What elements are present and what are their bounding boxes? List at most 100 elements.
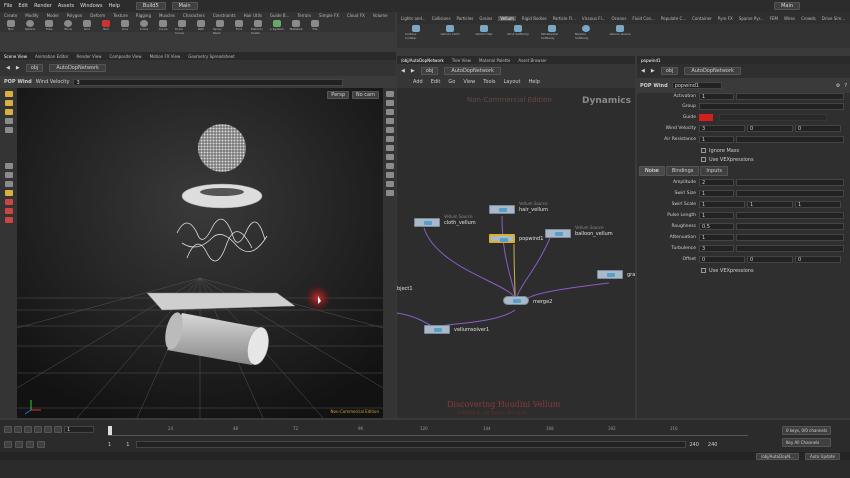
swirl-scale-z[interactable]: 1 xyxy=(795,201,841,208)
network-editor[interactable]: Non-Commercial Edition Dynamics Vellum S… xyxy=(397,88,635,418)
pulse-length-slider[interactable] xyxy=(736,212,844,219)
amplitude-field[interactable]: 2 xyxy=(699,179,734,186)
timeline-ruler[interactable]: 24 48 72 96 120 144 168 192 216 xyxy=(108,426,748,436)
tool-path[interactable]: Path xyxy=(194,20,208,35)
shelf-tab-model[interactable]: Model xyxy=(47,13,59,18)
context-select[interactable]: Main xyxy=(171,2,198,10)
tool-tube[interactable]: Tube xyxy=(42,20,56,35)
loop-icon[interactable] xyxy=(15,441,23,448)
offset-y[interactable]: 0 xyxy=(747,256,793,263)
wind-velocity-y[interactable]: 0 xyxy=(747,125,793,132)
menu-edit[interactable]: Edit xyxy=(18,3,28,9)
tool-circle[interactable]: Circle xyxy=(137,20,151,35)
scale-icon[interactable] xyxy=(4,118,13,124)
shelf-tab-constraints[interactable]: Constraints xyxy=(213,13,236,18)
activation-slider[interactable] xyxy=(736,93,844,100)
node-cloth-vellum[interactable] xyxy=(414,218,440,227)
guide-color-swatch[interactable] xyxy=(699,114,713,121)
net-path-network[interactable]: AutoDopNetwork xyxy=(444,67,501,75)
rshelf-tab-vellum[interactable]: Vellum xyxy=(498,15,516,21)
net-menu-view[interactable]: View xyxy=(463,79,475,85)
air-resistance-slider[interactable] xyxy=(736,136,844,143)
jump-end-icon[interactable] xyxy=(54,426,62,433)
net-path-root[interactable]: obj xyxy=(420,67,439,75)
tab-tree-view[interactable]: Tree View xyxy=(452,58,471,63)
rshelf-tab-viscous[interactable]: Viscous Fl... xyxy=(582,16,606,21)
tab-geometry-spreadsheet[interactable]: Geometry Spreadsheet xyxy=(188,54,234,59)
tool-strut-softbody[interactable]: Strut Softbody xyxy=(507,25,529,40)
camera-menu[interactable]: No cam xyxy=(351,91,379,99)
tool-metaball[interactable]: Metaball xyxy=(289,20,303,35)
range-end-2[interactable]: 240 xyxy=(708,442,718,448)
range-start[interactable]: 1 xyxy=(108,442,111,448)
handle-icon[interactable] xyxy=(4,127,13,133)
desktop-select[interactable]: Build5 xyxy=(135,2,166,10)
rotate-icon[interactable] xyxy=(4,109,13,115)
help-icon[interactable]: ? xyxy=(844,83,847,89)
node-hair-vellum[interactable] xyxy=(489,205,515,214)
roughness-field[interactable]: 0.5 xyxy=(699,223,734,230)
auto-update-button[interactable]: Auto Update xyxy=(804,452,840,460)
tab-animation-editor[interactable]: Animation Editor xyxy=(35,54,69,59)
ignore-mass-checkbox[interactable] xyxy=(701,148,706,153)
parm-forward-icon[interactable]: ▶ xyxy=(651,68,655,74)
shelf-tab-muscles[interactable]: Muscles xyxy=(159,13,175,18)
rshelf-tab-particle-fluids[interactable]: Particle Fl... xyxy=(553,16,576,21)
rshelf-tab-grains[interactable]: Grains xyxy=(479,16,492,21)
shelf-tab-cloudfx[interactable]: Cloud FX xyxy=(347,13,365,18)
attenuation-field[interactable]: 1 xyxy=(699,234,734,241)
path-network[interactable]: AutoDopNetwork xyxy=(49,64,106,72)
shelf-tab-terrain[interactable]: Terrain xyxy=(297,13,311,18)
wind-velocity-x[interactable]: 3 xyxy=(699,125,745,132)
tool-spray-paint[interactable]: Spray Paint xyxy=(213,20,227,35)
tool-sphere[interactable]: Sphere xyxy=(23,20,37,35)
rshelf-tab-particles[interactable]: Particles xyxy=(457,16,474,21)
path-root[interactable]: obj xyxy=(25,64,44,72)
brush-icon[interactable] xyxy=(4,217,13,223)
net-menu-edit[interactable]: Edit xyxy=(431,79,441,85)
step-back-icon[interactable] xyxy=(14,426,22,433)
pose-icon[interactable] xyxy=(4,163,13,169)
shelf-tab-rigging[interactable]: Rigging xyxy=(136,13,151,18)
shelf-tab-hair[interactable]: Hair Utils xyxy=(244,13,262,18)
shelf-tab-volume[interactable]: Volume xyxy=(373,13,388,18)
tool-vellum-hair[interactable]: Vellum Hair xyxy=(473,25,495,40)
subtab-noise[interactable]: Noise xyxy=(639,166,665,176)
offset-z[interactable]: 0 xyxy=(795,256,841,263)
grid-toggle-icon[interactable] xyxy=(385,172,394,178)
play-icon[interactable] xyxy=(34,426,42,433)
tab-motion-fx-view[interactable]: Motion FX View xyxy=(150,54,181,59)
normals-icon[interactable] xyxy=(385,154,394,160)
tool-surface-collider[interactable]: Surface Collider xyxy=(405,25,427,40)
record-icon[interactable] xyxy=(4,208,13,214)
tab-composite-view[interactable]: Composite View xyxy=(110,54,142,59)
audio-icon[interactable] xyxy=(26,441,34,448)
subtab-inputs[interactable]: Inputs xyxy=(700,166,728,176)
menu-assets[interactable]: Assets xyxy=(58,3,74,9)
scene-viewport[interactable]: Persp No cam Non-Commercial Edition xyxy=(17,88,383,418)
parm-node-name[interactable]: popwind1 xyxy=(671,82,722,89)
node-popwind1[interactable] xyxy=(489,234,515,243)
turbulence-slider[interactable] xyxy=(736,245,844,252)
gear-icon[interactable]: ⚙ xyxy=(836,83,840,89)
rshelf-tab-drive[interactable]: Drive Sim... xyxy=(822,16,845,21)
display-icon[interactable] xyxy=(385,91,394,97)
tool-file[interactable]: File xyxy=(308,20,322,35)
ghost-icon[interactable] xyxy=(385,127,394,133)
swirl-scale-y[interactable]: 1 xyxy=(747,201,793,208)
rshelf-tab-fluid-con[interactable]: Fluid Con... xyxy=(632,16,654,21)
tool-box[interactable]: Box xyxy=(4,20,18,35)
view-icon[interactable] xyxy=(4,190,13,196)
key-all-button[interactable]: Key All Channels xyxy=(782,438,832,447)
tab-popwind1[interactable]: popwind1 xyxy=(641,58,661,63)
rshelf-tab-rigid[interactable]: Rigid Bodies xyxy=(522,16,547,21)
sphere-object[interactable] xyxy=(198,124,246,172)
rshelf-tab-lights[interactable]: Lights and... xyxy=(401,16,426,21)
rshelf-tab-container[interactable]: Container xyxy=(692,16,712,21)
tab-material-palette[interactable]: Material Palette xyxy=(479,58,510,63)
net-menu-tools[interactable]: Tools xyxy=(483,79,495,85)
node-merge2[interactable] xyxy=(503,296,529,305)
tool-tet-softbody[interactable]: Tetrahedral Softbody xyxy=(541,25,563,40)
parm-back-icon[interactable]: ◀ xyxy=(641,68,645,74)
menu-help[interactable]: Help xyxy=(108,3,119,9)
